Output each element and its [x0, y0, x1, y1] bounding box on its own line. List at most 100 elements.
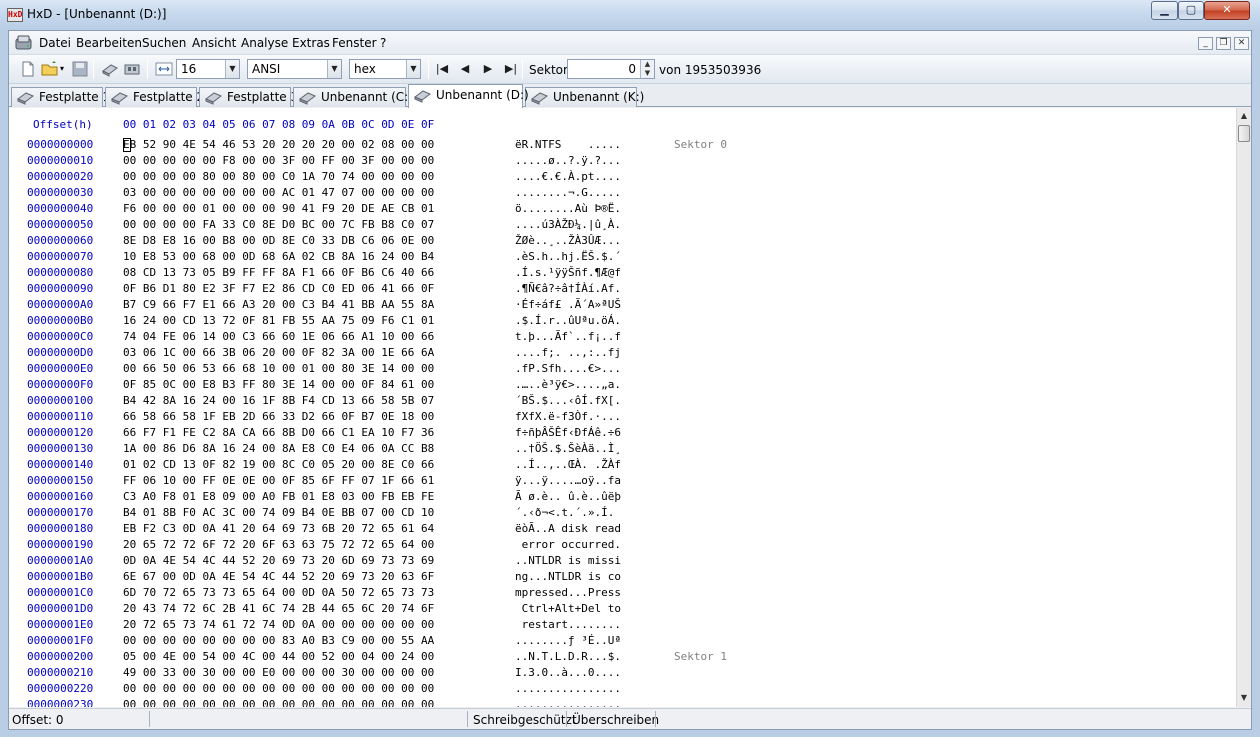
row-text[interactable]: t.þ...Ãf`..f¡..f: [515, 330, 621, 343]
row-text[interactable]: ŽØè..¸..ŽÀ3ÛÆ...: [515, 234, 621, 247]
row-hex-bytes[interactable]: 0F B6 D1 80 E2 3F F7 E2 86 CD C0 ED 06 4…: [123, 282, 434, 295]
row-hex-bytes[interactable]: 6D 70 72 65 73 73 65 64 00 0D 0A 50 72 6…: [123, 586, 434, 599]
ram-icon[interactable]: [123, 60, 141, 78]
row-hex-bytes[interactable]: 00 00 00 00 00 00 00 00 00 00 00 00 00 0…: [123, 698, 434, 707]
row-text[interactable]: ´BŠ.$...‹ôÍ.fX[.: [515, 394, 621, 407]
row-text[interactable]: ................: [515, 698, 621, 707]
row-text[interactable]: .....ø..?.ÿ.?...: [515, 154, 621, 167]
row-hex-bytes[interactable]: 16 24 00 CD 13 72 0F 81 FB 55 AA 75 09 F…: [123, 314, 434, 327]
row-hex-bytes[interactable]: FF 06 10 00 FF 0E 0E 00 0F 85 6F FF 07 1…: [123, 474, 434, 487]
row-hex-bytes[interactable]: B4 42 8A 16 24 00 16 1F 8B F4 CD 13 66 5…: [123, 394, 434, 407]
row-text[interactable]: ëòÃ..A disk read: [515, 522, 621, 535]
row-hex-bytes[interactable]: 00 00 00 00 00 00 00 00 83 A0 B3 C9 00 0…: [123, 634, 434, 647]
row-hex-bytes[interactable]: 08 CD 13 73 05 B9 FF FF 8A F1 66 0F B6 C…: [123, 266, 434, 279]
row-hex-bytes[interactable]: 66 58 66 58 1F EB 2D 66 33 D2 66 0F B7 0…: [123, 410, 434, 423]
tab-festplatte-2[interactable]: Festplatte 2: [105, 87, 204, 107]
row-hex-bytes[interactable]: 01 02 CD 13 0F 82 19 00 8C C0 05 20 00 8…: [123, 458, 434, 471]
row-hex-bytes[interactable]: EB 52 90 4E 54 46 53 20 20 20 20 00 02 0…: [123, 138, 434, 151]
row-text[interactable]: ng...NTLDR is co: [515, 570, 621, 583]
open-dropdown-icon[interactable]: ▾: [60, 60, 68, 78]
row-hex-bytes[interactable]: 00 00 00 00 00 F8 00 00 3F 00 FF 00 3F 0…: [123, 154, 434, 167]
row-hex-bytes[interactable]: 00 00 00 00 FA 33 C0 8E D0 BC 00 7C FB B…: [123, 218, 434, 231]
row-text[interactable]: ..N.T.L.D.R...$.: [515, 650, 621, 663]
row-hex-bytes[interactable]: B4 01 8B F0 AC 3C 00 74 09 B4 0E BB 07 0…: [123, 506, 434, 519]
close-button[interactable]: ✕: [1204, 1, 1250, 20]
hxd-app-icon[interactable]: HxD: [7, 8, 23, 22]
scroll-thumb[interactable]: [1238, 125, 1250, 142]
row-text[interactable]: mpressed...Press: [515, 586, 621, 599]
row-text[interactable]: ëR.NTFS .....: [515, 138, 621, 151]
last-sector-icon[interactable]: ▶|: [503, 61, 519, 77]
row-hex-bytes[interactable]: 6E 67 00 0D 0A 4E 54 4C 44 52 20 69 73 2…: [123, 570, 434, 583]
sector-spinner[interactable]: ▲ ▼: [640, 60, 654, 78]
row-text[interactable]: restart........: [515, 618, 621, 631]
row-hex-bytes[interactable]: B7 C9 66 F7 E1 66 A3 20 00 C3 B4 41 BB A…: [123, 298, 434, 311]
row-hex-bytes[interactable]: 20 65 72 72 6F 72 20 6F 63 63 75 72 72 6…: [123, 538, 434, 551]
title-bar[interactable]: HxD HxD - [Unbenannt (D:)] ▁ ▢ ✕: [0, 0, 1260, 30]
row-hex-bytes[interactable]: 00 00 00 00 80 00 80 00 C0 1A 70 74 00 0…: [123, 170, 434, 183]
row-text[interactable]: error occurred.: [515, 538, 621, 551]
chevron-down-icon[interactable]: ▼: [406, 60, 420, 78]
vertical-scrollbar[interactable]: ▲ ▼: [1236, 108, 1251, 707]
row-text[interactable]: ........¬.G.....: [515, 186, 621, 199]
row-text[interactable]: ö........Aù Þ®Ë.: [515, 202, 621, 215]
row-hex-bytes[interactable]: 1A 00 86 D6 8A 16 24 00 8A E8 C0 E4 06 0…: [123, 442, 434, 455]
menu-extras[interactable]: Extras: [292, 36, 330, 50]
chevron-down-icon[interactable]: ▼: [327, 60, 341, 78]
row-text[interactable]: ........ƒ ³É..Uª: [515, 634, 621, 647]
scroll-up-icon[interactable]: ▲: [1237, 108, 1251, 123]
scroll-down-icon[interactable]: ▼: [1237, 690, 1251, 705]
row-text[interactable]: I.3.0..à...0....: [515, 666, 621, 679]
row-hex-bytes[interactable]: 00 00 00 00 00 00 00 00 00 00 00 00 00 0…: [123, 682, 434, 695]
row-text[interactable]: ................: [515, 682, 621, 695]
tab-unbenannt-d[interactable]: Unbenannt (D:): [408, 84, 529, 108]
disk-icon[interactable]: [101, 60, 119, 78]
row-text[interactable]: ÿ...ÿ....…oÿ..fa: [515, 474, 621, 487]
row-text[interactable]: ....f;. ..‚:..fj: [515, 346, 621, 359]
row-hex-bytes[interactable]: F6 00 00 00 01 00 00 00 90 41 F9 20 DE A…: [123, 202, 434, 215]
row-text[interactable]: .$.Í.r..ûUªu.öÁ.: [515, 314, 621, 327]
offset-base-select[interactable]: hex ▼: [349, 59, 421, 79]
mdi-minimize-button[interactable]: _: [1198, 37, 1213, 50]
first-sector-icon[interactable]: |◀: [434, 61, 450, 77]
row-text[interactable]: f÷ñþÂŠÊf‹ÐfÁê.÷6: [515, 426, 621, 439]
mdi-close-button[interactable]: ✕: [1234, 37, 1249, 50]
hex-editor-view[interactable]: Offset(h) 00 01 02 03 04 05 06 07 08 09 …: [9, 108, 1236, 707]
menu-fenster[interactable]: Fenster: [332, 36, 377, 50]
charset-select[interactable]: ANSI ▼: [247, 59, 342, 79]
tab-festplatte-3[interactable]: Festplatte 3: [199, 87, 298, 107]
menu-datei[interactable]: Datei: [39, 36, 71, 50]
row-hex-bytes[interactable]: 20 43 74 72 6C 2B 41 6C 74 2B 44 65 6C 2…: [123, 602, 434, 615]
row-text[interactable]: .¶Ñ€â?÷â†ÍÀí.Af.: [515, 282, 621, 295]
save-icon[interactable]: [71, 60, 89, 78]
row-hex-bytes[interactable]: 66 F7 F1 FE C2 8A CA 66 8B D0 66 C1 EA 1…: [123, 426, 434, 439]
menu-suchen[interactable]: Suchen: [142, 36, 186, 50]
row-text[interactable]: ´.‹ð¬<.t.´.».Í.: [515, 506, 614, 519]
chevron-down-icon[interactable]: ▼: [225, 60, 239, 78]
row-hex-bytes[interactable]: 03 06 1C 00 66 3B 06 20 00 0F 82 3A 00 1…: [123, 346, 434, 359]
row-text[interactable]: ....ú3ÀŽÐ¼.|û¸À.: [515, 218, 621, 231]
row-hex-bytes[interactable]: 0D 0A 4E 54 4C 44 52 20 69 73 20 6D 69 7…: [123, 554, 434, 567]
row-text[interactable]: .èS.h..hj.ËŠ.$.´: [515, 250, 621, 263]
row-text[interactable]: ·Éf÷áf£ .Ã´A»ªUŠ: [515, 298, 621, 311]
row-text[interactable]: .Í.s.¹ÿÿŠñf.¶Æ@f: [515, 266, 621, 279]
tab-unbenannt-c[interactable]: Unbenannt (C:): [293, 87, 413, 107]
row-hex-bytes[interactable]: 8E D8 E8 16 00 B8 00 0D 8E C0 33 DB C6 0…: [123, 234, 434, 247]
tab-unbenannt-k[interactable]: Unbenannt (K:): [525, 87, 644, 107]
row-text[interactable]: ..NTLDR is missi: [515, 554, 621, 567]
row-hex-bytes[interactable]: 00 66 50 06 53 66 68 10 00 01 00 80 3E 1…: [123, 362, 434, 375]
row-text[interactable]: ....€.€.À.pt....: [515, 170, 621, 183]
new-file-icon[interactable]: [19, 60, 37, 78]
bytes-per-row-select[interactable]: 16 ▼: [176, 59, 240, 79]
maximize-button[interactable]: ▢: [1178, 1, 1204, 20]
row-hex-bytes[interactable]: C3 A0 F8 01 E8 09 00 A0 FB 01 E8 03 00 F…: [123, 490, 434, 503]
row-hex-bytes[interactable]: 03 00 00 00 00 00 00 00 AC 01 47 07 00 0…: [123, 186, 434, 199]
row-hex-bytes[interactable]: 05 00 4E 00 54 00 4C 00 44 00 52 00 04 0…: [123, 650, 434, 663]
menu-ansicht[interactable]: Ansicht: [192, 36, 236, 50]
prev-sector-icon[interactable]: ◀: [457, 61, 473, 77]
status-readonly[interactable]: Schreibgeschützt: [473, 713, 577, 727]
row-text[interactable]: .fP.Sfh....€>...: [515, 362, 621, 375]
menu-bearbeiten[interactable]: Bearbeiten: [76, 36, 142, 50]
document-window-icon[interactable]: [14, 34, 34, 51]
row-hex-bytes[interactable]: 0F 85 0C 00 E8 B3 FF 80 3E 14 00 00 0F 8…: [123, 378, 434, 391]
